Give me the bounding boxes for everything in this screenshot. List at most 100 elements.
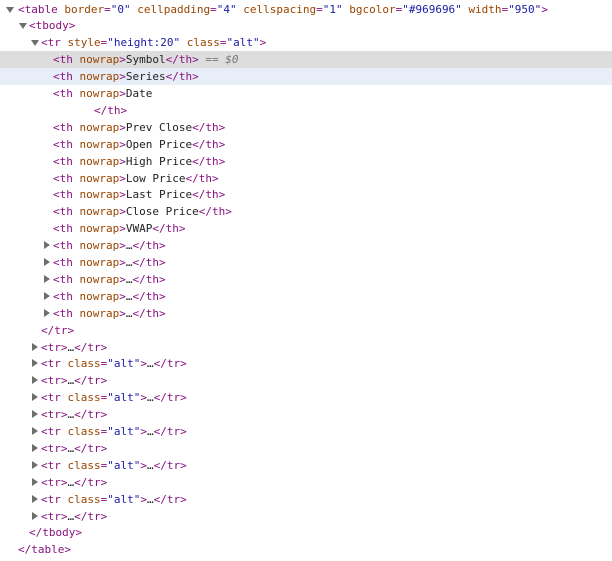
expand-triangle-open-icon[interactable] <box>31 40 39 47</box>
expand-triangle-closed-icon[interactable] <box>32 427 38 435</box>
expand-triangle-open-icon[interactable] <box>6 6 14 13</box>
dom-node-line[interactable]: <tr class="alt">…</tr> <box>0 355 612 372</box>
node-markup: <th nowrap>High Price</th> <box>53 153 225 170</box>
expand-triangle-closed-icon[interactable] <box>44 274 50 283</box>
dom-node-line[interactable]: <th nowrap>…</th> <box>0 271 612 288</box>
dom-node-line[interactable]: <th nowrap>Date <box>0 85 612 102</box>
node-markup: <th nowrap>Open Price</th> <box>53 136 225 153</box>
dom-node-line[interactable]: <th nowrap>…</th> <box>0 288 612 305</box>
closing-tag: </th> <box>192 154 226 168</box>
expand-triangle-closed-icon[interactable] <box>32 376 38 385</box>
attribute-name: style <box>67 36 101 50</box>
tag-name: <tr <box>41 357 61 371</box>
dom-node-line[interactable]: <tr>…</tr> <box>0 508 612 525</box>
collapsed-ellipsis: … <box>125 256 133 269</box>
expand-triangle-closed-icon[interactable] <box>44 241 50 250</box>
attribute-name: class <box>186 36 220 50</box>
dom-node-line[interactable]: <th nowrap>High Price</th> <box>0 153 612 170</box>
closing-tag: </th> <box>192 120 226 134</box>
dom-node-line[interactable]: <tr>…</tr> <box>0 440 612 457</box>
tag-end: > <box>60 408 68 422</box>
dom-node-line[interactable]: <tr>…</tr> <box>0 339 612 356</box>
dom-node-line[interactable]: <th nowrap>Open Price</th> <box>0 136 612 153</box>
tag-name: <th <box>53 70 73 84</box>
cell-text: VWAP <box>125 222 153 236</box>
selected-node-marker: == $0 <box>205 53 239 67</box>
attribute-value: "4" <box>216 2 237 16</box>
tag-end: > <box>119 171 126 185</box>
dom-node-line[interactable]: <tr class="alt">…</tr> <box>0 491 612 508</box>
expand-triangle-closed-icon[interactable] <box>32 393 38 402</box>
expand-triangle-closed-icon[interactable] <box>44 258 50 266</box>
dom-node-line[interactable]: <th nowrap>Close Price</th> <box>0 203 612 220</box>
dom-node-line[interactable]: <tbody> <box>0 17 612 34</box>
attribute-value: "alt" <box>107 458 141 472</box>
dom-node-line[interactable]: <tr>…</tr> <box>0 372 612 389</box>
closing-tag: </tr> <box>41 323 75 337</box>
tag-end: > <box>119 120 126 134</box>
dom-node-line[interactable]: <tr style="height:20" class="alt"> <box>0 34 612 51</box>
expand-triangle-closed-icon[interactable] <box>32 342 38 351</box>
closing-tag: </tr> <box>74 441 108 455</box>
attribute-value: "#969696" <box>402 2 462 16</box>
collapsed-ellipsis: … <box>125 239 133 253</box>
dom-node-line[interactable]: <th nowrap>…</th> <box>0 237 612 254</box>
dom-node-line[interactable]: <th nowrap>Prev Close</th> <box>0 119 612 136</box>
tag-name: <tr <box>41 425 61 438</box>
tag-name: <tr <box>41 492 61 506</box>
dom-node-line[interactable]: </table> <box>0 541 612 558</box>
expand-triangle-closed-icon[interactable] <box>32 477 38 486</box>
expand-triangle-open-icon[interactable] <box>19 23 27 30</box>
dom-node-line[interactable]: <th nowrap>VWAP</th> <box>0 220 612 237</box>
dom-node-line[interactable]: <th nowrap>Low Price</th> <box>0 170 612 187</box>
dom-node-line[interactable]: </tbody> <box>0 524 612 541</box>
tag-end: > <box>140 357 147 371</box>
expand-triangle-closed-icon[interactable] <box>44 291 50 300</box>
tag-name: <th <box>53 306 73 320</box>
closing-tag: </th> <box>132 272 166 286</box>
attribute-name: class <box>67 357 101 371</box>
attribute-name: nowrap <box>79 53 120 67</box>
tag-end: > <box>119 289 126 303</box>
expand-triangle-closed-icon[interactable] <box>32 359 38 368</box>
dom-node-line[interactable]: <tr>…</tr> <box>0 474 612 491</box>
tag-name: <tr <box>41 391 61 405</box>
closing-tag: </tbody> <box>29 526 82 540</box>
node-markup: <th nowrap>…</th> <box>53 237 166 254</box>
tag-name: <th <box>53 87 73 100</box>
dom-node-line[interactable]: <th nowrap>…</th> <box>0 254 612 271</box>
expand-triangle-closed-icon[interactable] <box>44 308 50 317</box>
dom-node-line[interactable]: <tr class="alt">…</tr> <box>0 423 612 440</box>
dom-node-line[interactable]: </tr> <box>0 322 612 339</box>
dom-node-line[interactable]: </th> <box>0 102 612 119</box>
attribute-name: nowrap <box>79 272 120 286</box>
expand-triangle-closed-icon[interactable] <box>32 460 38 469</box>
closing-tag: </tr> <box>153 357 187 371</box>
cell-text: Series <box>125 70 166 84</box>
attribute-name: bgcolor <box>349 2 396 16</box>
dom-node-line[interactable]: <th nowrap>Last Price</th> <box>0 186 612 203</box>
tag-end: > <box>259 36 267 50</box>
equals-sign: = <box>210 2 217 16</box>
cell-text: Close Price <box>125 205 199 219</box>
dom-node-line[interactable]: <table border="0" cellpadding="4" cellsp… <box>0 1 612 18</box>
dom-node-line[interactable]: <tr class="alt">…</tr> <box>0 457 612 474</box>
dom-node-line[interactable]: <th nowrap>…</th> <box>0 305 612 322</box>
node-markup: <th nowrap>Prev Close</th> <box>53 119 225 136</box>
expand-triangle-closed-icon[interactable] <box>32 511 38 520</box>
node-markup: <tr class="alt">…</tr> <box>41 491 187 508</box>
tag-end: > <box>60 340 68 354</box>
collapsed-ellipsis: … <box>125 306 133 320</box>
expand-triangle-closed-icon[interactable] <box>32 410 38 419</box>
expand-triangle-closed-icon[interactable] <box>32 494 38 503</box>
dom-node-line[interactable]: <th nowrap>Series</th> <box>0 68 612 86</box>
closing-tag: </th> <box>185 171 219 185</box>
collapsed-ellipsis: … <box>147 391 154 405</box>
dom-node-line[interactable]: <tr class="alt">…</tr> <box>0 389 612 406</box>
dom-node-line[interactable]: <tr>…</tr> <box>0 406 612 423</box>
dom-node-line[interactable]: <th nowrap>Symbol</th> == $0 <box>0 51 612 69</box>
cell-text: Prev Close <box>125 120 193 134</box>
attribute-name: nowrap <box>79 137 120 151</box>
tag-end: > <box>541 2 548 16</box>
expand-triangle-closed-icon[interactable] <box>32 443 38 452</box>
